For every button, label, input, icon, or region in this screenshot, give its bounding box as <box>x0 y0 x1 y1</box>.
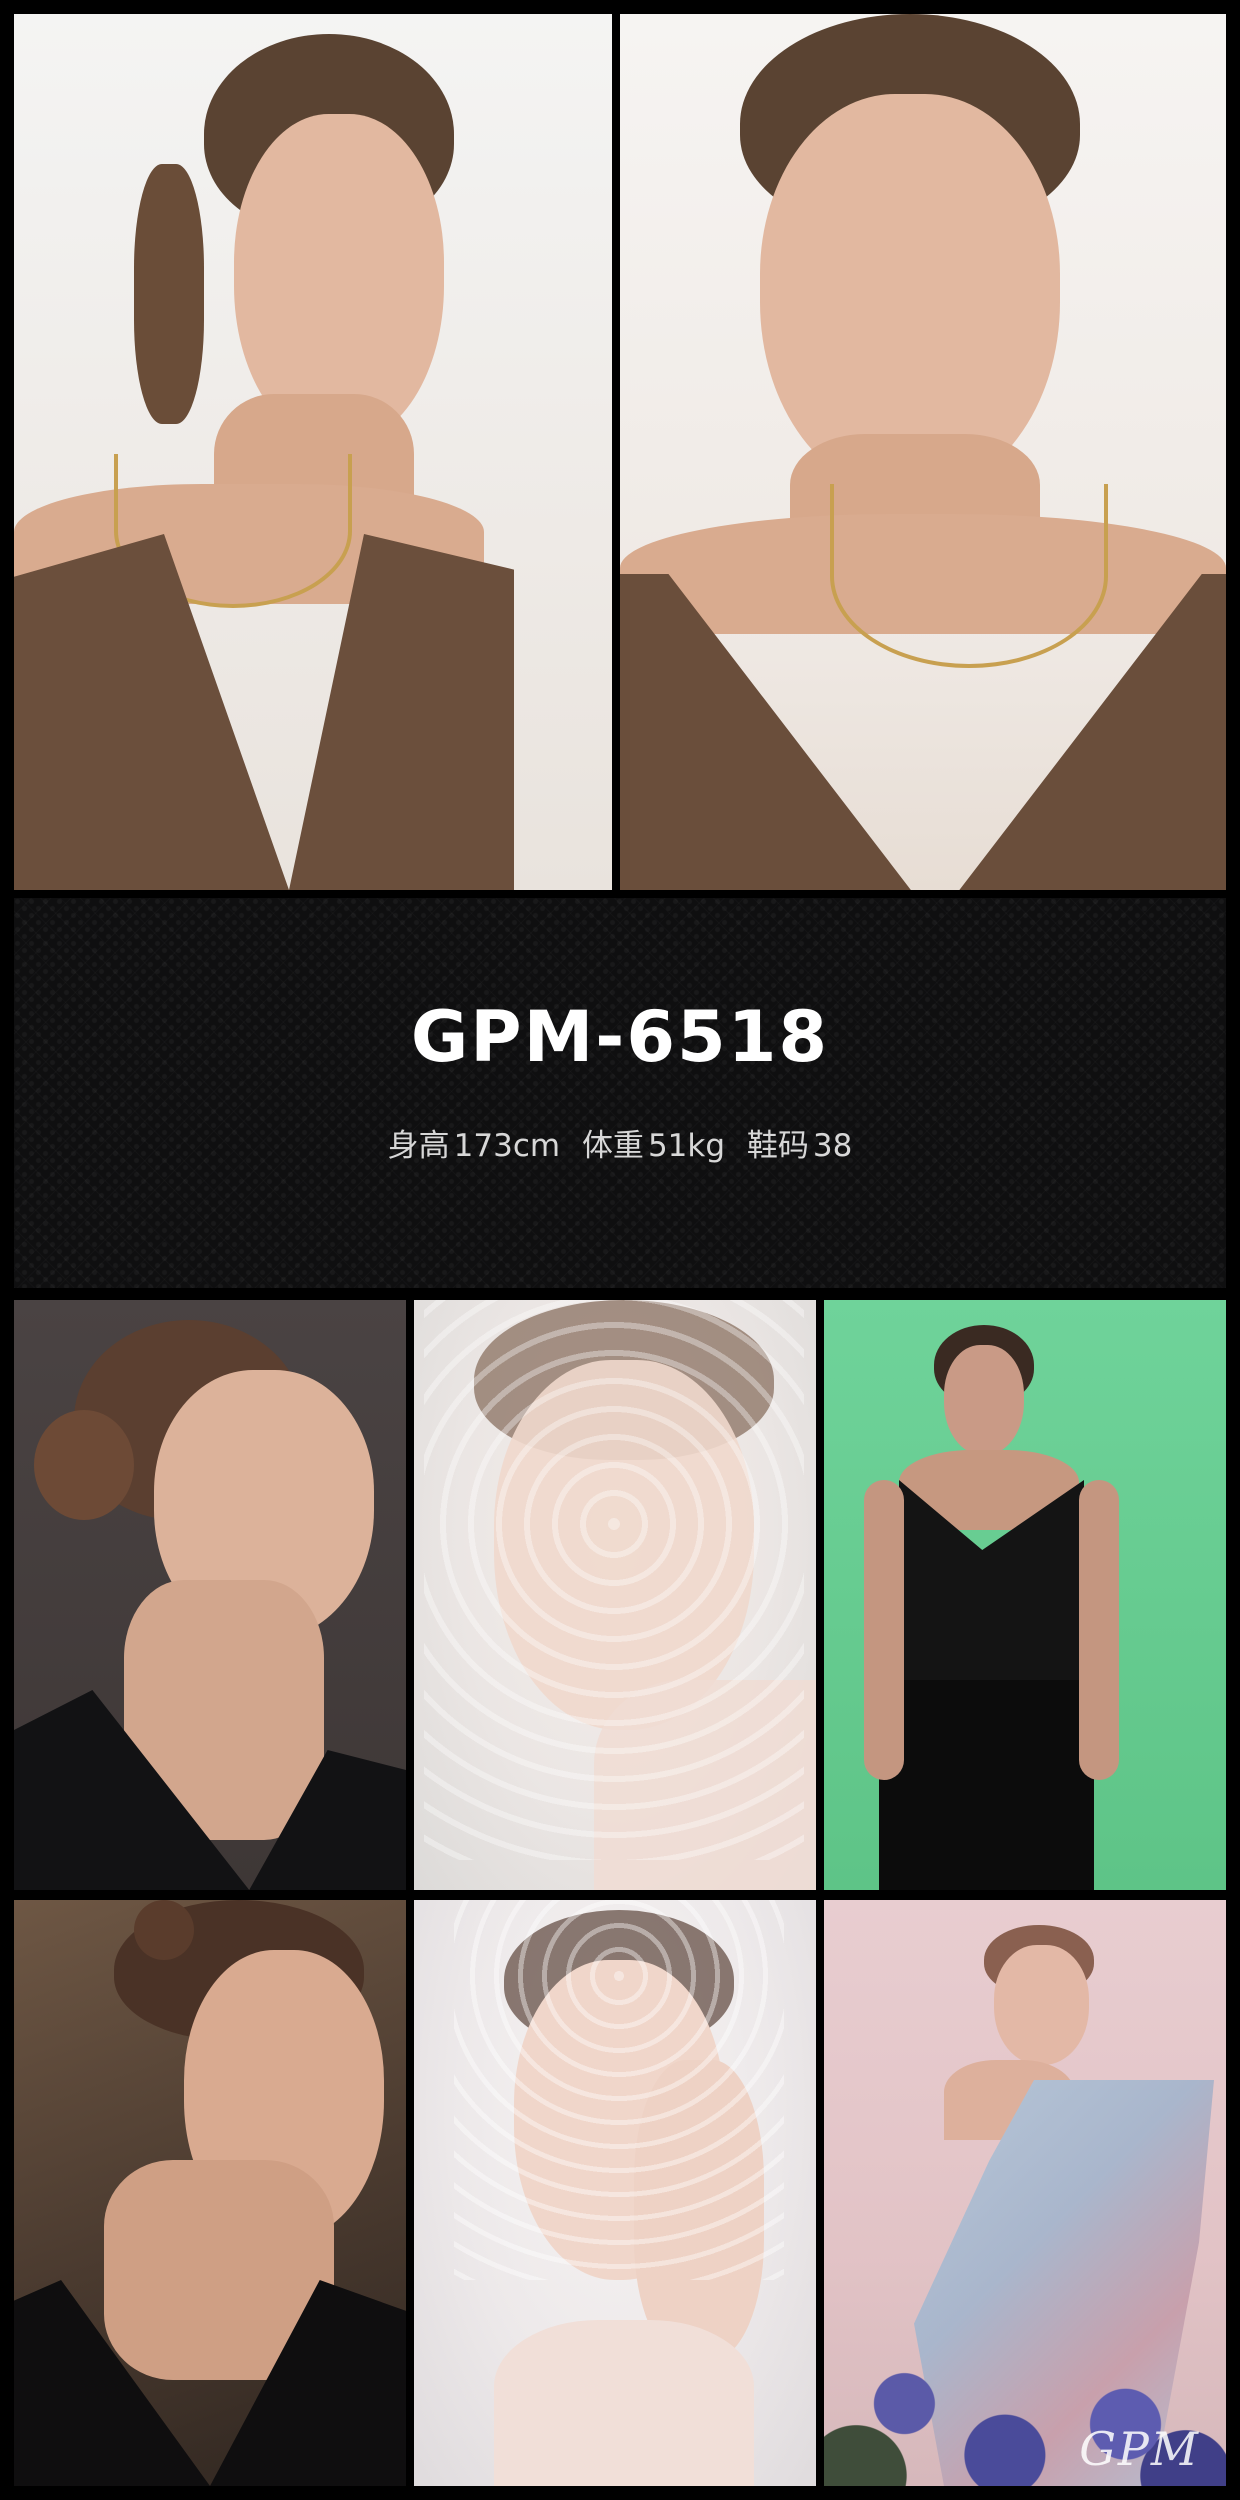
model-info-panel: GPM-6518 身高 173cm 体重 51kg 鞋码 38 <box>14 898 1226 1288</box>
model-photo-3 <box>14 1300 406 1890</box>
shoe-value: 38 <box>812 1128 853 1164</box>
model-stats: 身高 173cm 体重 51kg 鞋码 38 <box>14 1120 1226 1165</box>
gpm-watermark: GPM <box>1079 2422 1200 2476</box>
height-value: 173cm <box>453 1128 561 1164</box>
model-photo-2 <box>620 14 1226 890</box>
model-photo-4 <box>414 1300 816 1890</box>
shoe-label: 鞋码 <box>746 1128 809 1164</box>
model-id-title: GPM-6518 <box>410 996 830 1078</box>
model-photo-8: GPM <box>824 1900 1226 2486</box>
weight-value: 51kg <box>647 1128 726 1164</box>
height-label: 身高 <box>387 1128 450 1164</box>
model-photo-6 <box>14 1900 406 2486</box>
model-photo-7 <box>414 1900 816 2486</box>
model-photo-1 <box>14 14 612 890</box>
model-photo-5 <box>824 1300 1226 1890</box>
weight-label: 体重 <box>581 1128 644 1164</box>
